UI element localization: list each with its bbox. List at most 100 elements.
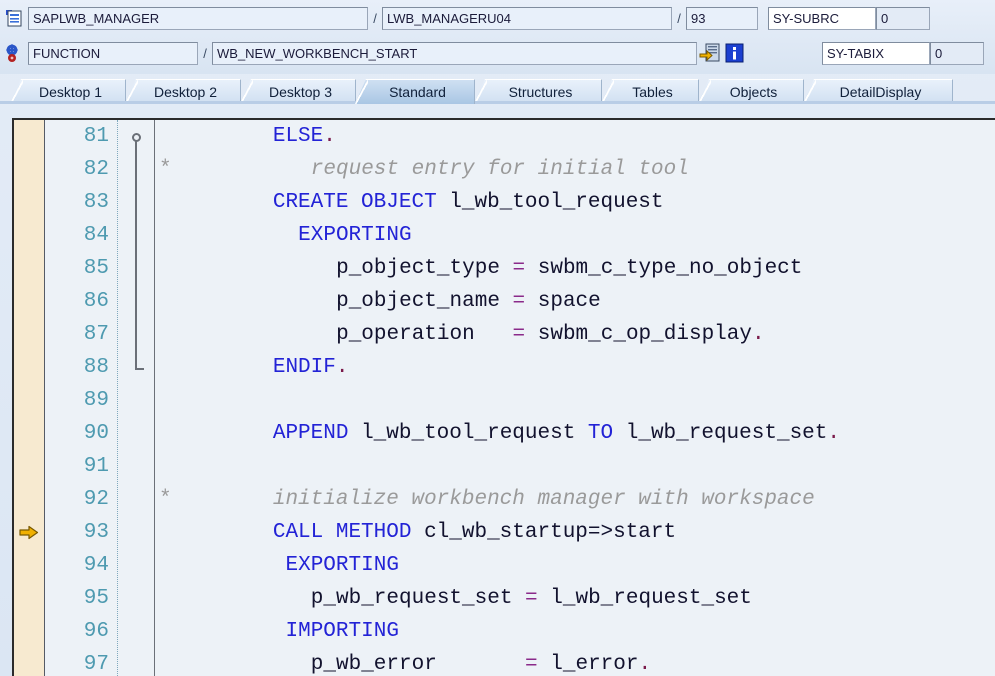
tab-tables[interactable]: Tables bbox=[601, 79, 699, 104]
gutter-marker-row[interactable] bbox=[14, 384, 44, 417]
line-number-row: 92 bbox=[45, 483, 117, 516]
code-token: = bbox=[512, 257, 526, 280]
line-number-row: 87 bbox=[45, 318, 117, 351]
block-fold-gutter[interactable] bbox=[118, 120, 155, 676]
code-token: l_wb_request_set bbox=[613, 422, 828, 445]
code-token: = bbox=[512, 290, 526, 313]
code-line[interactable] bbox=[155, 384, 995, 417]
gutter-marker-row[interactable] bbox=[14, 120, 44, 153]
gutter-marker-row[interactable] bbox=[14, 285, 44, 318]
gutter-marker-row[interactable] bbox=[14, 186, 44, 219]
line-number-row: 88 bbox=[45, 351, 117, 384]
gutter-marker-row[interactable] bbox=[14, 351, 44, 384]
include-name-field[interactable]: LWB_MANAGERU04 bbox=[382, 6, 672, 30]
fold-toggle-icon[interactable] bbox=[132, 132, 141, 142]
code-token: p_wb_request_set bbox=[310, 587, 526, 610]
tab-desktop-1[interactable]: Desktop 1 bbox=[10, 79, 126, 104]
fold-gutter-row[interactable] bbox=[118, 516, 154, 549]
code-line-text: APPEND l_wb_tool_request TO l_wb_request… bbox=[273, 417, 840, 450]
gutter-marker-row[interactable] bbox=[14, 219, 44, 252]
code-line[interactable]: ENDIF. bbox=[155, 351, 995, 384]
source-code-viewer[interactable]: 818283848586878889909192939495969798 ELS… bbox=[12, 118, 995, 676]
line-number: 97 bbox=[83, 653, 109, 676]
fold-gutter-row[interactable] bbox=[118, 549, 154, 582]
fold-gutter-row[interactable] bbox=[118, 417, 154, 450]
gutter-marker-row[interactable] bbox=[14, 549, 44, 582]
tab-edge bbox=[125, 80, 138, 104]
tab-desktop-3[interactable]: Desktop 3 bbox=[240, 79, 356, 104]
current-line-field[interactable]: 93 bbox=[686, 6, 758, 30]
tab-desktop-2[interactable]: Desktop 2 bbox=[125, 79, 241, 104]
info-icon[interactable] bbox=[723, 42, 745, 64]
debugger-tabbar: Desktop 1 Desktop 2 Desktop 3 Standard Struc… bbox=[0, 76, 995, 104]
gutter-marker-row[interactable] bbox=[14, 615, 44, 648]
code-token: CALL METHOD bbox=[272, 521, 412, 544]
line-number: 93 bbox=[83, 521, 109, 544]
code-line[interactable]: EXPORTING bbox=[155, 549, 995, 582]
code-token: cl_wb_startup=>start bbox=[411, 521, 677, 544]
code-line[interactable]: EXPORTING bbox=[155, 219, 995, 252]
sy-tabix-value[interactable]: 0 bbox=[930, 41, 984, 65]
line-number: 94 bbox=[83, 554, 109, 577]
fold-gutter-row[interactable] bbox=[118, 483, 154, 516]
line-number-row: 86 bbox=[45, 285, 117, 318]
gutter-marker-row[interactable] bbox=[14, 252, 44, 285]
code-line[interactable]: ELSE. bbox=[155, 120, 995, 153]
gutter-marker-row[interactable] bbox=[14, 318, 44, 351]
program-name-field[interactable]: SAPLWB_MANAGER bbox=[28, 6, 368, 30]
breakpoint-gutter[interactable] bbox=[14, 120, 45, 676]
code-line-text: p_object_type = swbm_c_type_no_object bbox=[336, 252, 802, 285]
code-line[interactable]: p_operation = swbm_c_op_display. bbox=[155, 318, 995, 351]
code-token: = bbox=[512, 323, 526, 346]
code-line[interactable]: CALL METHOD cl_wb_startup=>start bbox=[155, 516, 995, 549]
tab-standard[interactable]: Standard bbox=[355, 79, 475, 104]
line-number-row: 97 bbox=[45, 648, 117, 676]
code-line[interactable]: p_object_type = swbm_c_type_no_object bbox=[155, 252, 995, 285]
fold-gutter-row[interactable] bbox=[118, 582, 154, 615]
line-number-row: 89 bbox=[45, 384, 117, 417]
tab-edge bbox=[240, 80, 253, 104]
fold-gutter-row[interactable] bbox=[118, 615, 154, 648]
gutter-marker-row[interactable] bbox=[14, 582, 44, 615]
code-line[interactable] bbox=[155, 450, 995, 483]
goto-source-icon[interactable] bbox=[699, 42, 721, 64]
sy-subrc-value[interactable]: 0 bbox=[876, 6, 930, 30]
gutter-marker-row[interactable] bbox=[14, 483, 44, 516]
code-line-text: EXPORTING bbox=[286, 549, 399, 582]
event-type-field[interactable]: FUNCTION bbox=[28, 41, 198, 65]
code-token: = bbox=[525, 587, 538, 610]
fold-gutter-row[interactable] bbox=[118, 648, 154, 676]
gutter-marker-row[interactable] bbox=[14, 450, 44, 483]
line-number: 81 bbox=[83, 125, 109, 148]
event-name-field[interactable]: WB_NEW_WORKBENCH_START bbox=[212, 41, 697, 65]
fold-gutter-row[interactable] bbox=[118, 450, 154, 483]
sy-tabix-label: SY-TABIX bbox=[822, 41, 930, 65]
code-text-area[interactable]: ELSE. * request entry for initial tool CREA… bbox=[155, 120, 995, 676]
comment-marker: * bbox=[159, 158, 172, 181]
tab-detaildisplay[interactable]: DetailDisplay bbox=[803, 79, 953, 104]
code-line[interactable]: * request entry for initial tool bbox=[155, 153, 995, 186]
gutter-marker-row[interactable] bbox=[14, 153, 44, 186]
code-token: swbm_c_op_display bbox=[525, 323, 752, 346]
tab-structures[interactable]: Structures bbox=[474, 79, 602, 104]
gutter-marker-row[interactable] bbox=[14, 516, 44, 549]
code-token: p_operation bbox=[336, 323, 513, 346]
code-line[interactable]: p_wb_request_set = l_wb_request_set bbox=[155, 582, 995, 615]
gutter-marker-row[interactable] bbox=[14, 648, 44, 676]
function-module-icon bbox=[4, 43, 24, 63]
code-line[interactable]: IMPORTING bbox=[155, 615, 995, 648]
line-number: 87 bbox=[83, 323, 109, 346]
code-line-text: p_wb_request_set = l_wb_request_set bbox=[311, 582, 752, 615]
tab-objects[interactable]: Objects bbox=[698, 79, 804, 104]
fold-gutter-row[interactable] bbox=[118, 384, 154, 417]
line-number: 95 bbox=[83, 587, 109, 610]
code-line[interactable]: APPEND l_wb_tool_request TO l_wb_request… bbox=[155, 417, 995, 450]
code-line[interactable]: p_wb_error = l_error. bbox=[155, 648, 995, 676]
code-line-text: p_wb_error = l_error. bbox=[311, 648, 651, 676]
fold-bracket-line bbox=[135, 136, 137, 368]
code-line[interactable]: CREATE OBJECT l_wb_tool_request bbox=[155, 186, 995, 219]
code-token: p_wb_error bbox=[310, 653, 526, 676]
code-line[interactable]: p_object_name = space bbox=[155, 285, 995, 318]
gutter-marker-row[interactable] bbox=[14, 417, 44, 450]
code-line[interactable]: * initialize workbench manager with works… bbox=[155, 483, 995, 516]
